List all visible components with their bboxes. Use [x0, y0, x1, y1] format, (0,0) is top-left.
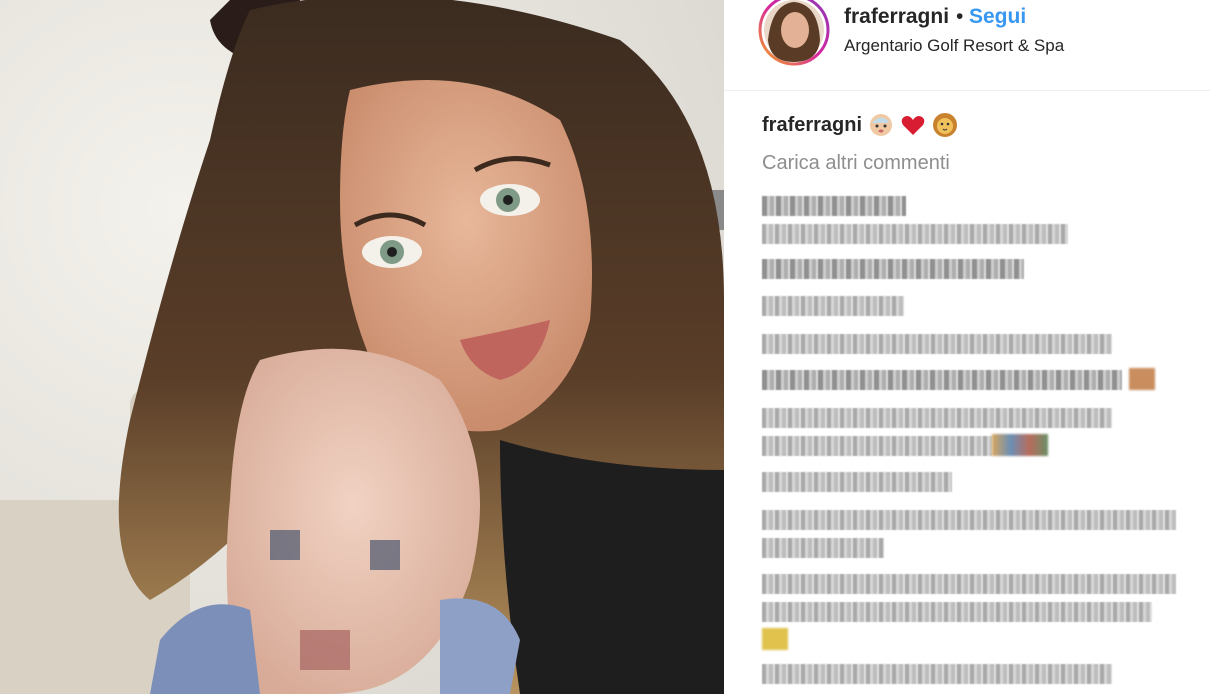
red-heart-icon [901, 116, 925, 135]
blurred-comment [762, 370, 1122, 390]
load-more-comments-link[interactable]: Carica altri commenti [762, 152, 950, 175]
blurred-comment [762, 408, 1112, 428]
caption: fraferragni [762, 110, 958, 140]
blurred-comment [762, 196, 906, 216]
photo-illustration [0, 0, 724, 694]
separator-dot: • [956, 5, 964, 28]
blurred-emoji-icon [992, 434, 1048, 456]
blurred-comment [762, 259, 1024, 279]
post-sidebar: fraferragni • Segui Argentario Golf Reso… [724, 0, 1217, 694]
blurred-comment [762, 334, 1112, 354]
blurred-comment [762, 436, 992, 456]
blurred-comment [762, 574, 1176, 594]
blurred-comment [762, 538, 884, 558]
blurred-comment [762, 510, 1176, 530]
avatar[interactable] [758, 0, 830, 66]
blurred-comment [762, 296, 904, 316]
post-header: fraferragni • Segui Argentario Golf Reso… [724, 0, 1210, 91]
caption-username[interactable]: fraferragni [762, 114, 862, 137]
post-location[interactable]: Argentario Golf Resort & Spa [844, 36, 1064, 56]
follow-button[interactable]: Segui [969, 5, 1026, 29]
blurred-comment [762, 664, 1112, 684]
blurred-comment [762, 224, 1068, 244]
blurred-comment [762, 602, 1152, 622]
blurred-comment [762, 472, 952, 492]
blurred-emoji-icon [762, 628, 788, 650]
baby-emoji-icon [870, 114, 893, 136]
post-photo[interactable] [0, 0, 724, 694]
post-username[interactable]: fraferragni [844, 5, 949, 29]
blurred-emoji-icon [1129, 368, 1155, 390]
lion-icon [933, 113, 958, 137]
